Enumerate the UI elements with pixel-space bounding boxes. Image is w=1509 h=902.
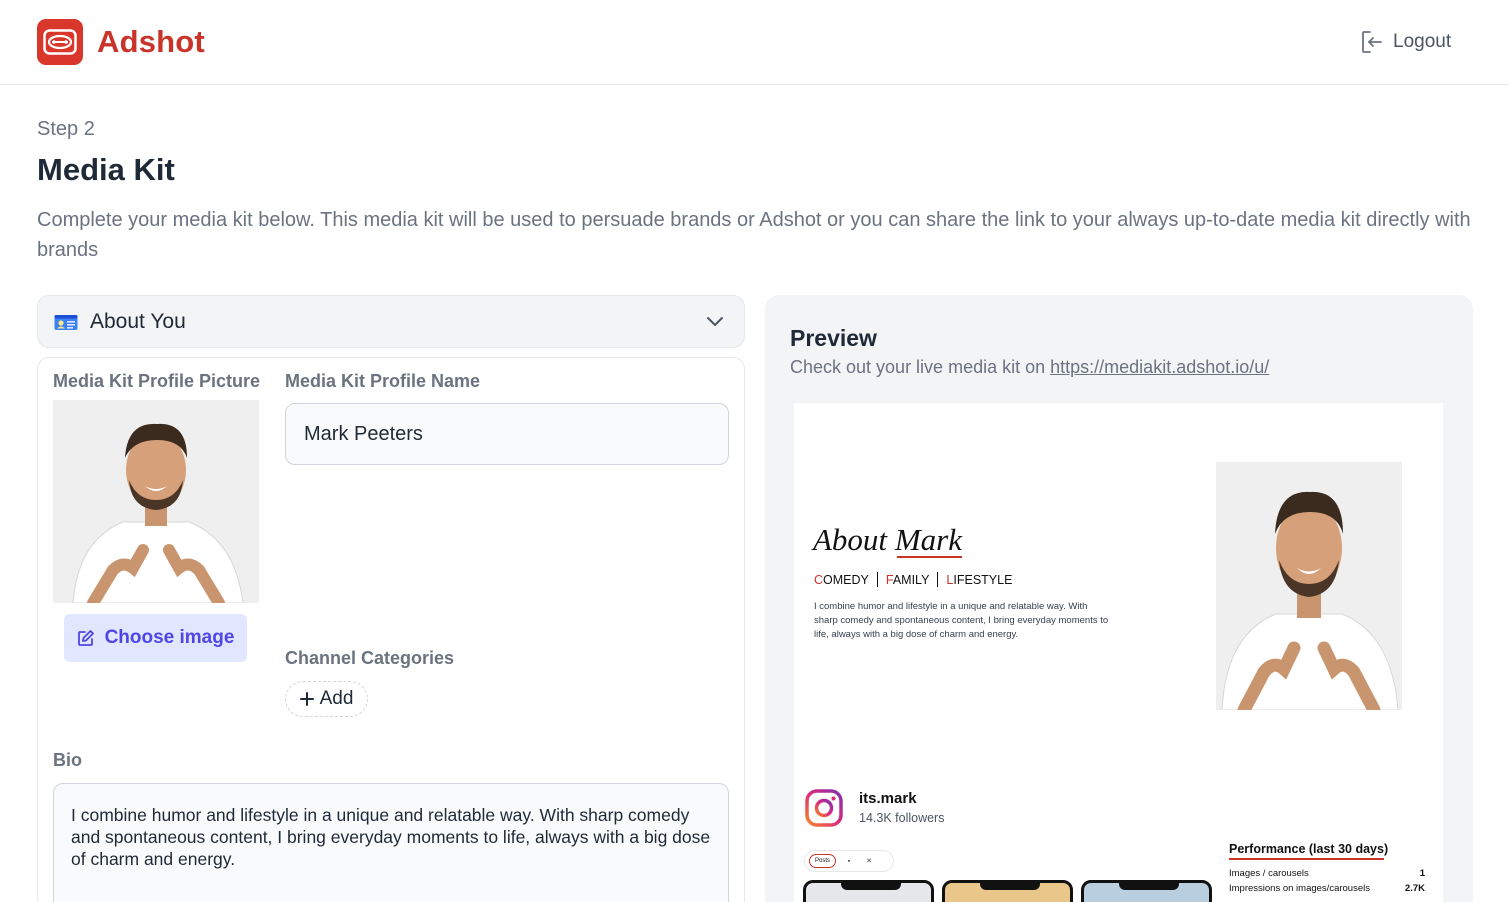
about-name: Mark xyxy=(894,522,962,557)
preview-title: Preview xyxy=(790,325,877,351)
page-description: Complete your media kit below. This medi… xyxy=(37,209,1471,261)
tape-icon xyxy=(43,29,77,55)
top-bar: Adshot Logout xyxy=(0,0,1509,85)
edit-icon xyxy=(77,630,94,646)
plus-icon xyxy=(299,692,314,706)
content-tabs: Posts ▪ ✕ xyxy=(804,850,894,872)
person-photo-icon xyxy=(1216,462,1402,710)
logout-label: Logout xyxy=(1393,31,1452,52)
bio-textarea[interactable]: I combine humor and lifestyle in a uniqu… xyxy=(53,783,729,902)
post-thumbnail[interactable] xyxy=(803,880,934,902)
add-category-button[interactable]: Add xyxy=(285,681,368,717)
performance-label: Impressions on images/carousels xyxy=(1229,883,1370,894)
performance-row: Images / carousels 1 xyxy=(1229,868,1425,879)
profile-name-input[interactable] xyxy=(285,403,729,465)
channel-categories-label: Channel Categories xyxy=(285,648,455,668)
profile-picture xyxy=(53,400,259,603)
logout-button[interactable]: Logout xyxy=(1361,28,1451,56)
profile-picture-label: Media Kit Profile Picture xyxy=(53,371,261,391)
choose-image-label: Choose image xyxy=(104,627,235,648)
instagram-handle: its.mark xyxy=(859,790,917,807)
post-thumbnail[interactable] xyxy=(1081,880,1212,902)
media-kit-link[interactable]: https://mediakit.adshot.io/u/ xyxy=(1050,357,1269,377)
person-photo-icon xyxy=(53,400,259,603)
kit-category: FAMILY xyxy=(885,572,930,587)
video-icon[interactable]: ▪ xyxy=(842,858,856,865)
kit-category: COMEDY xyxy=(814,572,869,587)
kit-category: LIFESTYLE xyxy=(946,572,1013,587)
kit-profile-photo xyxy=(1216,462,1402,710)
about-heading: About Mark xyxy=(813,522,962,558)
logout-icon xyxy=(1362,31,1382,53)
about-prefix: About xyxy=(813,522,895,557)
performance-row: Impressions on images/carousels 2.7K xyxy=(1229,883,1425,894)
about-underline xyxy=(897,556,962,558)
tab-posts[interactable]: Posts xyxy=(809,854,837,868)
kit-categories: COMEDY FAMILY LIFESTYLE xyxy=(814,572,1012,587)
profile-name-label: Media Kit Profile Name xyxy=(285,371,481,391)
chevron-down-icon[interactable] xyxy=(706,312,724,330)
close-icon[interactable]: ✕ xyxy=(862,857,876,865)
performance-underline xyxy=(1229,858,1384,860)
add-category-label: Add xyxy=(319,688,354,709)
app-name[interactable]: Adshot xyxy=(97,24,205,60)
about-you-title: About You xyxy=(90,309,186,333)
id-card-icon xyxy=(54,314,78,330)
performance-label: Images / carousels xyxy=(1229,868,1309,879)
instagram-icon xyxy=(805,789,843,827)
post-thumbnail[interactable] xyxy=(942,880,1073,902)
page-title: Media Kit xyxy=(37,152,175,187)
choose-image-button[interactable]: Choose image xyxy=(64,614,247,662)
preview-subtitle: Check out your live media kit on https:/… xyxy=(790,357,1269,378)
kit-bio: I combine humor and lifestyle in a uniqu… xyxy=(814,601,1109,640)
preview-subtitle-text: Check out your live media kit on xyxy=(790,357,1046,377)
step-indicator: Step 2 xyxy=(37,118,95,140)
performance-value: 2.7K xyxy=(1404,883,1425,894)
performance-value: 1 xyxy=(1419,868,1425,879)
category-divider xyxy=(937,572,939,587)
performance-title: Performance (last 30 days) xyxy=(1229,842,1389,856)
adshot-logo[interactable] xyxy=(37,19,83,65)
category-divider xyxy=(876,572,878,587)
bio-label: Bio xyxy=(53,750,82,770)
instagram-followers: 14.3K followers xyxy=(859,811,945,825)
about-you-accordion-header[interactable]: About You xyxy=(37,295,745,348)
